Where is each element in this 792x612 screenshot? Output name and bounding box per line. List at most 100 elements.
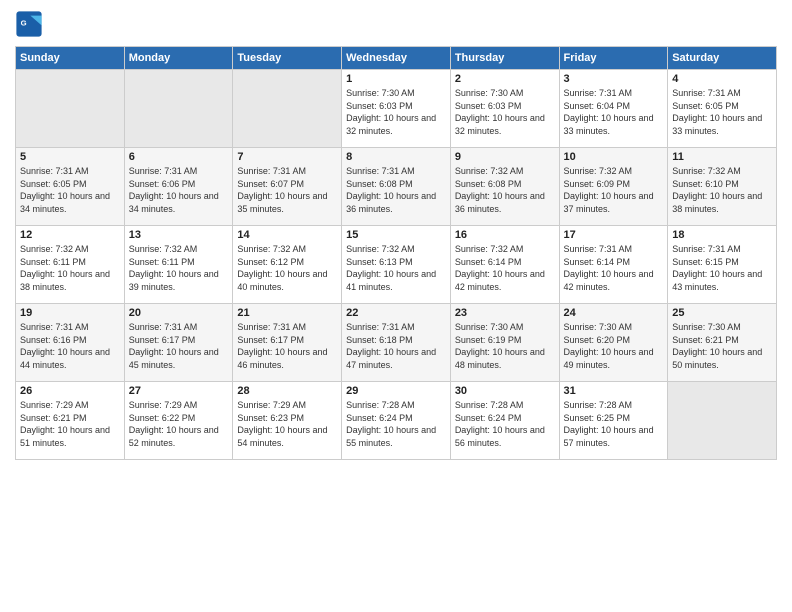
cell-content: Sunrise: 7:31 AM Sunset: 6:06 PM Dayligh… xyxy=(129,165,229,215)
day-number: 23 xyxy=(455,307,555,319)
cell-content: Sunrise: 7:30 AM Sunset: 6:03 PM Dayligh… xyxy=(455,87,555,137)
week-row-5: 26 Sunrise: 7:29 AM Sunset: 6:21 PM Dayli… xyxy=(16,382,777,460)
day-number: 27 xyxy=(129,385,229,397)
logo: G xyxy=(15,10,47,38)
day-number: 9 xyxy=(455,151,555,163)
calendar-cell: 17 Sunrise: 7:31 AM Sunset: 6:14 PM Dayli… xyxy=(559,226,668,304)
cell-content: Sunrise: 7:30 AM Sunset: 6:03 PM Dayligh… xyxy=(346,87,446,137)
day-number: 8 xyxy=(346,151,446,163)
calendar-cell: 27 Sunrise: 7:29 AM Sunset: 6:22 PM Dayli… xyxy=(124,382,233,460)
day-number: 13 xyxy=(129,229,229,241)
calendar-cell: 24 Sunrise: 7:30 AM Sunset: 6:20 PM Dayli… xyxy=(559,304,668,382)
calendar-cell: 21 Sunrise: 7:31 AM Sunset: 6:17 PM Dayli… xyxy=(233,304,342,382)
day-number: 11 xyxy=(672,151,772,163)
cell-content: Sunrise: 7:31 AM Sunset: 6:18 PM Dayligh… xyxy=(346,321,446,371)
calendar-cell: 10 Sunrise: 7:32 AM Sunset: 6:09 PM Dayli… xyxy=(559,148,668,226)
week-row-4: 19 Sunrise: 7:31 AM Sunset: 6:16 PM Dayli… xyxy=(16,304,777,382)
calendar-cell: 12 Sunrise: 7:32 AM Sunset: 6:11 PM Dayli… xyxy=(16,226,125,304)
day-number: 2 xyxy=(455,73,555,85)
cell-content: Sunrise: 7:28 AM Sunset: 6:24 PM Dayligh… xyxy=(346,399,446,449)
cell-content: Sunrise: 7:31 AM Sunset: 6:08 PM Dayligh… xyxy=(346,165,446,215)
calendar-cell: 29 Sunrise: 7:28 AM Sunset: 6:24 PM Dayli… xyxy=(342,382,451,460)
day-number: 7 xyxy=(237,151,337,163)
cell-content: Sunrise: 7:32 AM Sunset: 6:11 PM Dayligh… xyxy=(20,243,120,293)
cell-content: Sunrise: 7:29 AM Sunset: 6:21 PM Dayligh… xyxy=(20,399,120,449)
calendar-cell: 3 Sunrise: 7:31 AM Sunset: 6:04 PM Daylig… xyxy=(559,70,668,148)
calendar-cell: 2 Sunrise: 7:30 AM Sunset: 6:03 PM Daylig… xyxy=(450,70,559,148)
cell-content: Sunrise: 7:29 AM Sunset: 6:22 PM Dayligh… xyxy=(129,399,229,449)
day-number: 21 xyxy=(237,307,337,319)
day-number: 17 xyxy=(564,229,664,241)
cell-content: Sunrise: 7:28 AM Sunset: 6:24 PM Dayligh… xyxy=(455,399,555,449)
calendar-cell xyxy=(16,70,125,148)
calendar-cell: 9Sunrise: 7:32 AM Sunset: 6:08 PM Daylig… xyxy=(450,148,559,226)
day-number: 30 xyxy=(455,385,555,397)
cell-content: Sunrise: 7:31 AM Sunset: 6:05 PM Dayligh… xyxy=(672,87,772,137)
calendar-cell: 28Sunrise: 7:29 AM Sunset: 6:23 PM Dayli… xyxy=(233,382,342,460)
svg-text:G: G xyxy=(21,18,27,27)
weekday-header-thursday: Thursday xyxy=(450,47,559,70)
cell-content: Sunrise: 7:32 AM Sunset: 6:11 PM Dayligh… xyxy=(129,243,229,293)
cell-content: Sunrise: 7:31 AM Sunset: 6:16 PM Dayligh… xyxy=(20,321,120,371)
day-number: 3 xyxy=(564,73,664,85)
calendar-cell: 31 Sunrise: 7:28 AM Sunset: 6:25 PM Dayli… xyxy=(559,382,668,460)
logo-icon: G xyxy=(15,10,43,38)
calendar-cell: 20Sunrise: 7:31 AM Sunset: 6:17 PM Dayli… xyxy=(124,304,233,382)
calendar-cell: 30 Sunrise: 7:28 AM Sunset: 6:24 PM Dayli… xyxy=(450,382,559,460)
day-number: 18 xyxy=(672,229,772,241)
cell-content: Sunrise: 7:31 AM Sunset: 6:05 PM Dayligh… xyxy=(20,165,120,215)
cell-content: Sunrise: 7:30 AM Sunset: 6:21 PM Dayligh… xyxy=(672,321,772,371)
calendar-cell: 14Sunrise: 7:32 AM Sunset: 6:12 PM Dayli… xyxy=(233,226,342,304)
cell-content: Sunrise: 7:31 AM Sunset: 6:17 PM Dayligh… xyxy=(237,321,337,371)
weekday-header-friday: Friday xyxy=(559,47,668,70)
calendar-cell: 23 Sunrise: 7:30 AM Sunset: 6:19 PM Dayli… xyxy=(450,304,559,382)
calendar-cell: 13 Sunrise: 7:32 AM Sunset: 6:11 PM Dayli… xyxy=(124,226,233,304)
cell-content: Sunrise: 7:31 AM Sunset: 6:14 PM Dayligh… xyxy=(564,243,664,293)
cell-content: Sunrise: 7:28 AM Sunset: 6:25 PM Dayligh… xyxy=(564,399,664,449)
day-number: 5 xyxy=(20,151,120,163)
calendar-cell: 8 Sunrise: 7:31 AM Sunset: 6:08 PM Daylig… xyxy=(342,148,451,226)
cell-content: Sunrise: 7:29 AM Sunset: 6:23 PM Dayligh… xyxy=(237,399,337,449)
week-row-3: 12 Sunrise: 7:32 AM Sunset: 6:11 PM Dayli… xyxy=(16,226,777,304)
calendar-cell: 16Sunrise: 7:32 AM Sunset: 6:14 PM Dayli… xyxy=(450,226,559,304)
weekday-header-monday: Monday xyxy=(124,47,233,70)
day-number: 26 xyxy=(20,385,120,397)
week-row-2: 5 Sunrise: 7:31 AM Sunset: 6:05 PM Daylig… xyxy=(16,148,777,226)
calendar-cell: 18 Sunrise: 7:31 AM Sunset: 6:15 PM Dayli… xyxy=(668,226,777,304)
weekday-header-wednesday: Wednesday xyxy=(342,47,451,70)
day-number: 29 xyxy=(346,385,446,397)
calendar-cell: 5 Sunrise: 7:31 AM Sunset: 6:05 PM Daylig… xyxy=(16,148,125,226)
header: G xyxy=(15,10,777,38)
calendar-cell xyxy=(124,70,233,148)
day-number: 6 xyxy=(129,151,229,163)
day-number: 14 xyxy=(237,229,337,241)
calendar-cell: 11 Sunrise: 7:32 AM Sunset: 6:10 PM Dayli… xyxy=(668,148,777,226)
cell-content: Sunrise: 7:31 AM Sunset: 6:07 PM Dayligh… xyxy=(237,165,337,215)
cell-content: Sunrise: 7:31 AM Sunset: 6:04 PM Dayligh… xyxy=(564,87,664,137)
calendar-cell: 6 Sunrise: 7:31 AM Sunset: 6:06 PM Daylig… xyxy=(124,148,233,226)
day-number: 12 xyxy=(20,229,120,241)
cell-content: Sunrise: 7:30 AM Sunset: 6:19 PM Dayligh… xyxy=(455,321,555,371)
cell-content: Sunrise: 7:30 AM Sunset: 6:20 PM Dayligh… xyxy=(564,321,664,371)
cell-content: Sunrise: 7:32 AM Sunset: 6:10 PM Dayligh… xyxy=(672,165,772,215)
day-number: 24 xyxy=(564,307,664,319)
cell-content: Sunrise: 7:31 AM Sunset: 6:15 PM Dayligh… xyxy=(672,243,772,293)
calendar-cell xyxy=(668,382,777,460)
calendar-container: G SundayMondayTuesdayWednesdayThursdayFr… xyxy=(0,0,792,612)
cell-content: Sunrise: 7:32 AM Sunset: 6:09 PM Dayligh… xyxy=(564,165,664,215)
calendar-cell: 4Sunrise: 7:31 AM Sunset: 6:05 PM Daylig… xyxy=(668,70,777,148)
calendar-cell: 7 Sunrise: 7:31 AM Sunset: 6:07 PM Daylig… xyxy=(233,148,342,226)
calendar-cell xyxy=(233,70,342,148)
day-number: 16 xyxy=(455,229,555,241)
day-number: 22 xyxy=(346,307,446,319)
day-number: 31 xyxy=(564,385,664,397)
weekday-header-row: SundayMondayTuesdayWednesdayThursdayFrid… xyxy=(16,47,777,70)
day-number: 1 xyxy=(346,73,446,85)
calendar-cell: 26 Sunrise: 7:29 AM Sunset: 6:21 PM Dayli… xyxy=(16,382,125,460)
calendar-cell: 15Sunrise: 7:32 AM Sunset: 6:13 PM Dayli… xyxy=(342,226,451,304)
weekday-header-saturday: Saturday xyxy=(668,47,777,70)
calendar-cell: 22 Sunrise: 7:31 AM Sunset: 6:18 PM Dayli… xyxy=(342,304,451,382)
calendar-table: SundayMondayTuesdayWednesdayThursdayFrid… xyxy=(15,46,777,460)
day-number: 19 xyxy=(20,307,120,319)
day-number: 10 xyxy=(564,151,664,163)
